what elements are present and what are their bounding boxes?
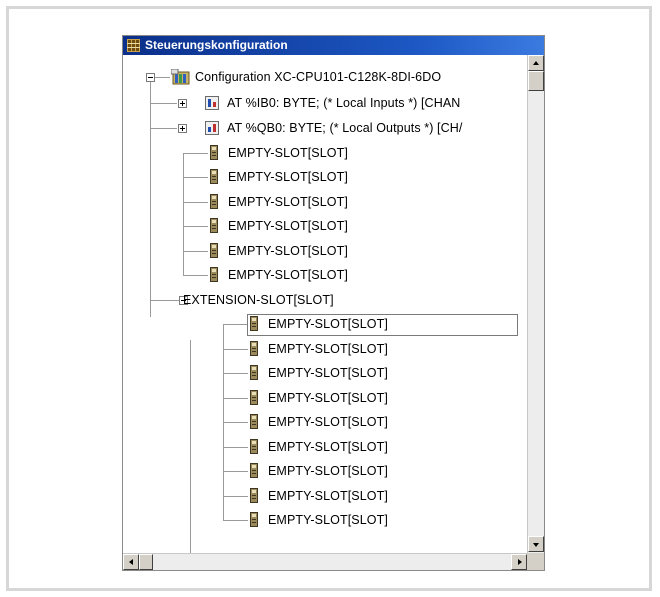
slot-icon	[250, 463, 258, 478]
tree-node-ext-slot[interactable]: EMPTY-SLOT[SLOT]	[250, 508, 470, 532]
arrow-down-icon	[533, 543, 539, 547]
slot-label: EMPTY-SLOT[SLOT]	[228, 170, 348, 184]
tree-node-ext-slot[interactable]: EMPTY-SLOT[SLOT]	[250, 410, 470, 434]
tree-connector	[223, 471, 248, 472]
tree-node-slot[interactable]: EMPTY-SLOT[SLOT]	[210, 214, 430, 238]
tree-connector	[150, 103, 177, 104]
tree-node-ext-slot[interactable]: EMPTY-SLOT[SLOT]	[250, 386, 470, 410]
tree-connector	[150, 128, 177, 129]
tree-node-slot[interactable]: EMPTY-SLOT[SLOT]	[210, 165, 430, 189]
tree-node-slot[interactable]: EMPTY-SLOT[SLOT]	[210, 141, 430, 165]
plc-config-icon	[171, 69, 190, 85]
tree-node-ext-slot[interactable]: EMPTY-SLOT[SLOT]	[250, 361, 470, 385]
outputs-label: AT %QB0: BYTE; (* Local Outputs *) [CH/	[227, 121, 463, 135]
tree-connector	[183, 153, 208, 154]
inputs-label: AT %IB0: BYTE; (* Local Inputs *) [CHAN	[227, 96, 461, 110]
tree-connector	[183, 153, 184, 275]
slot-icon	[210, 194, 218, 209]
window-title: Steuerungskonfiguration	[145, 38, 288, 52]
tree-node-ext-slot[interactable]: EMPTY-SLOT[SLOT]	[250, 459, 470, 483]
slot-label: EMPTY-SLOT[SLOT]	[268, 342, 388, 356]
collapse-toggle[interactable]	[146, 73, 155, 82]
scrollbar-corner	[527, 553, 544, 570]
horizontal-scroll-thumb[interactable]	[139, 554, 153, 570]
slot-label: EMPTY-SLOT[SLOT]	[228, 146, 348, 160]
horizontal-scrollbar[interactable]	[123, 553, 527, 570]
input-module-icon	[205, 96, 219, 110]
slot-icon	[250, 488, 258, 503]
slot-icon	[250, 414, 258, 429]
vertical-scrollbar[interactable]	[527, 55, 544, 553]
slot-label: EMPTY-SLOT[SLOT]	[228, 219, 348, 233]
slot-label: EMPTY-SLOT[SLOT]	[268, 464, 388, 478]
slot-icon	[210, 218, 218, 233]
slot-label: EMPTY-SLOT[SLOT]	[268, 391, 388, 405]
tree-connector	[183, 251, 208, 252]
tree-connector	[183, 202, 208, 203]
tree-connector	[223, 398, 248, 399]
tree-connector	[223, 324, 224, 520]
slot-label: EMPTY-SLOT[SLOT]	[268, 513, 388, 527]
tree-connector	[150, 77, 151, 317]
tree-node-ext-slot[interactable]: EMPTY-SLOT[SLOT]	[250, 484, 470, 508]
scroll-up-button[interactable]	[528, 55, 544, 71]
root-label: Configuration XC-CPU101-C128K-8DI-6DO	[195, 70, 442, 84]
expand-toggle-outputs[interactable]	[178, 124, 187, 133]
tree-node-ext-slot[interactable]: EMPTY-SLOT[SLOT]	[250, 337, 470, 361]
config-window: Steuerungskonfiguration Configuration XC…	[122, 35, 545, 571]
slot-icon	[250, 512, 258, 527]
extension-label: EXTENSION-SLOT[SLOT]	[183, 293, 334, 307]
tree-connector	[183, 275, 208, 276]
tree-connector	[183, 177, 208, 178]
slot-label: EMPTY-SLOT[SLOT]	[268, 317, 388, 331]
tree-connector	[223, 496, 248, 497]
title-bar[interactable]: Steuerungskonfiguration	[123, 36, 544, 55]
slot-icon	[250, 316, 258, 331]
slot-icon	[210, 243, 218, 258]
config-tree[interactable]: Configuration XC-CPU101-C128K-8DI-6DO AT…	[123, 55, 527, 553]
slot-label: EMPTY-SLOT[SLOT]	[228, 195, 348, 209]
tree-connector	[223, 422, 248, 423]
tree-connector	[190, 340, 191, 553]
slot-icon	[250, 365, 258, 380]
slot-icon	[210, 267, 218, 282]
arrow-right-icon	[518, 559, 522, 565]
arrow-left-icon	[129, 559, 133, 565]
tree-connector	[223, 447, 248, 448]
slot-label: EMPTY-SLOT[SLOT]	[268, 366, 388, 380]
tree-node-ext-slot[interactable]: EMPTY-SLOT[SLOT]	[250, 435, 470, 459]
tree-node-outputs[interactable]: AT %QB0: BYTE; (* Local Outputs *) [CH/	[205, 116, 525, 140]
tree-node-extension[interactable]: EXTENSION-SLOT[SLOT]	[183, 288, 443, 312]
tree-node-slot[interactable]: EMPTY-SLOT[SLOT]	[210, 263, 430, 287]
slot-icon	[210, 145, 218, 160]
slot-icon	[250, 390, 258, 405]
scroll-right-button[interactable]	[511, 554, 527, 570]
tree-connector	[223, 520, 248, 521]
tree-node-root[interactable]: Configuration XC-CPU101-C128K-8DI-6DO	[171, 65, 521, 89]
arrow-up-icon	[533, 61, 539, 65]
tree-connector	[223, 349, 248, 350]
tree-connector	[223, 324, 248, 325]
tree-connector	[183, 226, 208, 227]
slot-icon	[250, 439, 258, 454]
config-grid-icon	[127, 39, 140, 52]
tree-node-inputs[interactable]: AT %IB0: BYTE; (* Local Inputs *) [CHAN	[205, 91, 525, 115]
scroll-left-button[interactable]	[123, 554, 139, 570]
slot-label: EMPTY-SLOT[SLOT]	[268, 489, 388, 503]
output-module-icon	[205, 121, 219, 135]
tree-connector	[223, 373, 248, 374]
tree-node-slot[interactable]: EMPTY-SLOT[SLOT]	[210, 239, 430, 263]
tree-node-ext-slot[interactable]: EMPTY-SLOT[SLOT]	[250, 312, 470, 336]
slot-label: EMPTY-SLOT[SLOT]	[228, 244, 348, 258]
vertical-scroll-thumb[interactable]	[528, 71, 544, 91]
slot-label: EMPTY-SLOT[SLOT]	[268, 415, 388, 429]
expand-toggle-inputs[interactable]	[178, 99, 187, 108]
slot-label: EMPTY-SLOT[SLOT]	[268, 440, 388, 454]
slot-icon	[210, 169, 218, 184]
slot-icon	[250, 341, 258, 356]
scroll-down-button[interactable]	[528, 536, 544, 552]
slot-label: EMPTY-SLOT[SLOT]	[228, 268, 348, 282]
tree-node-slot[interactable]: EMPTY-SLOT[SLOT]	[210, 190, 430, 214]
